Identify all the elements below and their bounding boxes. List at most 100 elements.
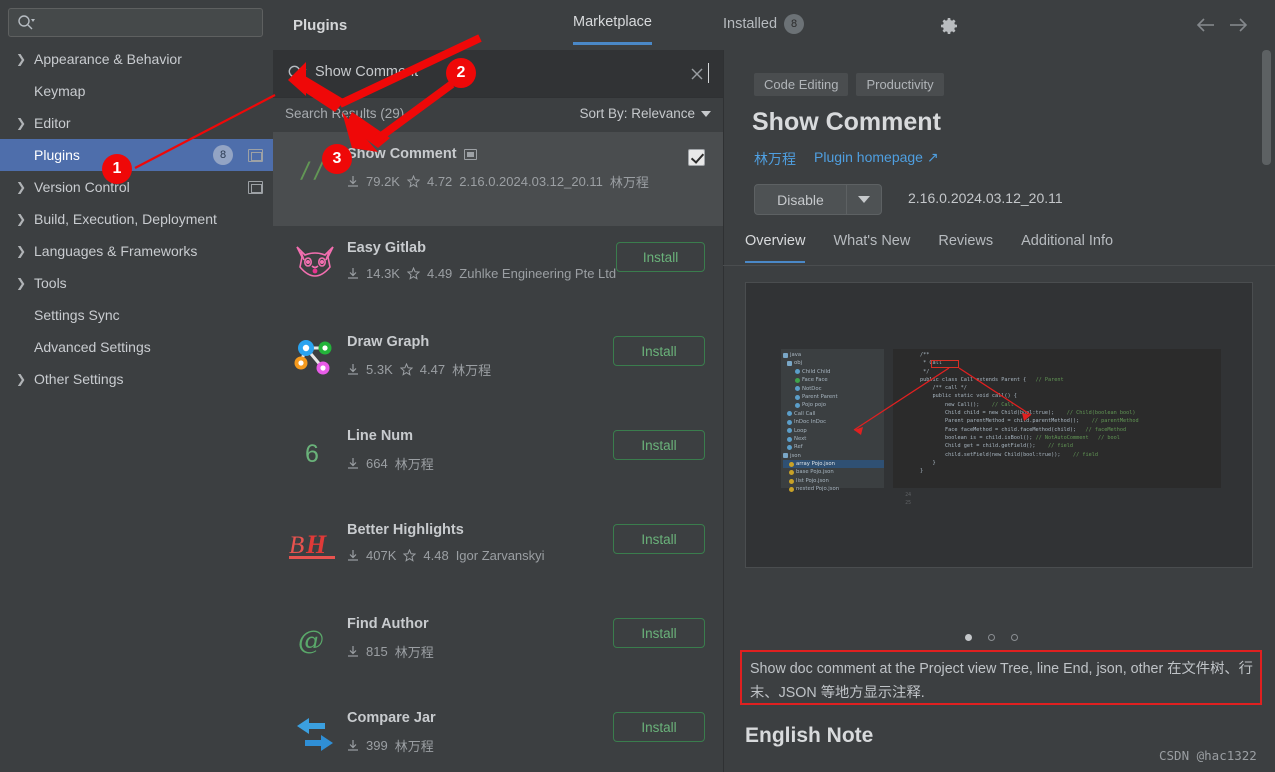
sidebar-item-advanced-settings[interactable]: Advanced Settings [0, 331, 273, 363]
install-button[interactable]: Install [616, 242, 705, 272]
compare-arrows-icon [287, 710, 343, 758]
tab-marketplace[interactable]: Marketplace [573, 14, 652, 45]
plugin-name: Draw Graph [347, 334, 613, 350]
chevron-right-icon[interactable]: ❯ [12, 50, 30, 68]
carousel-dot-1[interactable] [965, 634, 972, 641]
marketplace-search-input[interactable]: Show Comment [315, 64, 418, 80]
carousel-dot-2[interactable] [988, 634, 995, 641]
plugin-vendor: Igor Zarvanskyi [455, 548, 545, 563]
sidebar-item-tools[interactable]: ❯ Tools [0, 267, 273, 299]
star-icon [406, 174, 421, 188]
install-button[interactable]: Install [613, 712, 705, 742]
install-button[interactable]: Install [613, 618, 705, 648]
detail-tab-additional-info[interactable]: Additional Info [1021, 233, 1113, 263]
install-button[interactable]: Install [613, 336, 705, 366]
plugin-name-label: Compare Jar [347, 710, 436, 726]
plugin-rating: 4.47 [419, 362, 446, 377]
plugin-list-item[interactable]: @ Find Author 815 林万程 Install [273, 602, 723, 696]
sidebar-item-label: Advanced Settings [34, 339, 151, 355]
tag-code-editing[interactable]: Code Editing [754, 73, 849, 96]
at-sign-icon: @ [287, 616, 343, 664]
preview-line-number: 25 [905, 501, 911, 507]
detail-tab-overview[interactable]: Overview [745, 233, 806, 263]
page-title: Plugins [293, 17, 348, 34]
plugin-list-item[interactable]: Easy Gitlab 14.3K 4.49 Zuhlke Engineering P… [273, 226, 723, 320]
annotation-badge-2: 2 [446, 58, 476, 88]
sidebar-item-appearance-behavior[interactable]: ❯ Appearance & Behavior [0, 43, 273, 75]
number-six-icon: 6 [287, 428, 343, 476]
settings-search-box[interactable] [8, 8, 263, 37]
plugin-homepage-label: Plugin homepage [814, 149, 923, 165]
vendor-link[interactable]: 林万程 [754, 149, 796, 169]
detach-window-icon[interactable] [248, 148, 263, 162]
chevron-down-icon[interactable] [847, 196, 881, 203]
plugin-vendor: Zuhlke Engineering Pte Ltd [459, 266, 617, 281]
plugin-description-box: Show doc comment at the Project view Tre… [740, 650, 1262, 705]
sidebar-item-settings-sync[interactable]: Settings Sync [0, 299, 273, 331]
sidebar-item-build-execution-deployment[interactable]: ❯ Build, Execution, Deployment [0, 203, 273, 235]
sidebar-item-label: Appearance & Behavior [34, 51, 182, 67]
plugin-screenshot-preview[interactable]: java obj Child Child Face Face NotDoc Parent … [745, 282, 1253, 568]
plugin-downloads: 399 [366, 738, 388, 753]
installed-count-badge: 8 [784, 14, 805, 34]
chevron-right-icon[interactable]: ❯ [12, 178, 30, 196]
disable-button[interactable]: Disable [754, 184, 882, 215]
settings-dialog: ❯ Appearance & Behavior Keymap ❯ Editor Plugi… [0, 0, 1275, 772]
plugins-tabs-row: Marketplace Installed 8 [573, 0, 1275, 50]
plugin-list-item[interactable]: Draw Graph 5.3K 4.47 林万程 Install [273, 320, 723, 414]
search-icon [287, 64, 307, 84]
search-results-count: Search Results (29) [285, 106, 405, 121]
marketplace-search-bar[interactable]: Show Comment [273, 50, 723, 98]
plugin-enabled-checkbox[interactable] [688, 149, 705, 166]
plugin-homepage-link[interactable]: Plugin homepage ↗ [814, 149, 939, 169]
svg-text:B: B [289, 532, 304, 559]
svg-text:@: @ [298, 626, 324, 656]
plugin-name: Compare Jar [347, 710, 613, 726]
plugin-list-item[interactable]: Compare Jar 399 林万程 Install [273, 696, 723, 772]
settings-search-input[interactable] [39, 9, 256, 36]
plugin-name: Line Num [347, 428, 613, 444]
detail-scrollbar-thumb[interactable] [1262, 50, 1271, 165]
close-icon[interactable] [689, 66, 705, 82]
chevron-right-icon[interactable]: ❯ [12, 274, 30, 292]
plugin-name: Better Highlights [347, 522, 613, 538]
download-icon [347, 267, 359, 280]
plugin-list-item[interactable]: 6 Line Num 664 林万程 Install [273, 414, 723, 508]
detail-tab-what-s-new[interactable]: What's New [833, 233, 910, 263]
sidebar-item-languages-frameworks[interactable]: ❯ Languages & Frameworks [0, 235, 273, 267]
detail-tab-reviews[interactable]: Reviews [938, 233, 993, 263]
tag-productivity[interactable]: Productivity [856, 73, 944, 96]
chevron-right-icon[interactable]: ❯ [12, 114, 30, 132]
sidebar-item-editor[interactable]: ❯ Editor [0, 107, 273, 139]
detail-tabs-separator [723, 265, 1275, 266]
active-tab-underline [573, 42, 652, 45]
arrow-right-icon[interactable] [1227, 16, 1249, 34]
tab-marketplace-label: Marketplace [573, 14, 652, 30]
sidebar-badge: 8 [213, 145, 233, 165]
install-button[interactable]: Install [613, 524, 705, 554]
sort-by-dropdown[interactable]: Sort By: Relevance [579, 106, 711, 121]
arrow-left-icon[interactable] [1195, 16, 1217, 34]
sidebar-item-version-control[interactable]: ❯ Version Control [0, 171, 273, 203]
chevron-right-icon[interactable]: ❯ [12, 242, 30, 260]
disable-button-label: Disable [777, 191, 824, 208]
plugin-meta: 399 林万程 [347, 736, 613, 755]
plugin-list-item[interactable]: B H Better Highlights 407K 4.48 Igor Zarvansk… [273, 508, 723, 602]
plugin-vendor: 林万程 [609, 175, 649, 190]
tab-installed[interactable]: Installed 8 [723, 14, 805, 34]
gear-icon[interactable] [939, 16, 959, 36]
carousel-dot-3[interactable] [1011, 634, 1018, 641]
chevron-right-icon[interactable]: ❯ [12, 370, 30, 388]
sidebar-item-other-settings[interactable]: ❯ Other Settings [0, 363, 273, 395]
sidebar-item-plugins[interactable]: Plugins 8 [0, 139, 273, 171]
plugin-rating: 4.48 [423, 548, 449, 563]
plugin-name: Find Author [347, 616, 613, 632]
preview-annotation-arrow [853, 367, 1032, 435]
detach-window-icon[interactable] [248, 180, 263, 194]
sidebar-item-label: Other Settings [34, 371, 124, 387]
fox-head-icon [287, 240, 343, 288]
sidebar-item-keymap[interactable]: Keymap [0, 75, 273, 107]
chevron-right-icon[interactable]: ❯ [12, 210, 30, 228]
install-button[interactable]: Install [613, 430, 705, 460]
